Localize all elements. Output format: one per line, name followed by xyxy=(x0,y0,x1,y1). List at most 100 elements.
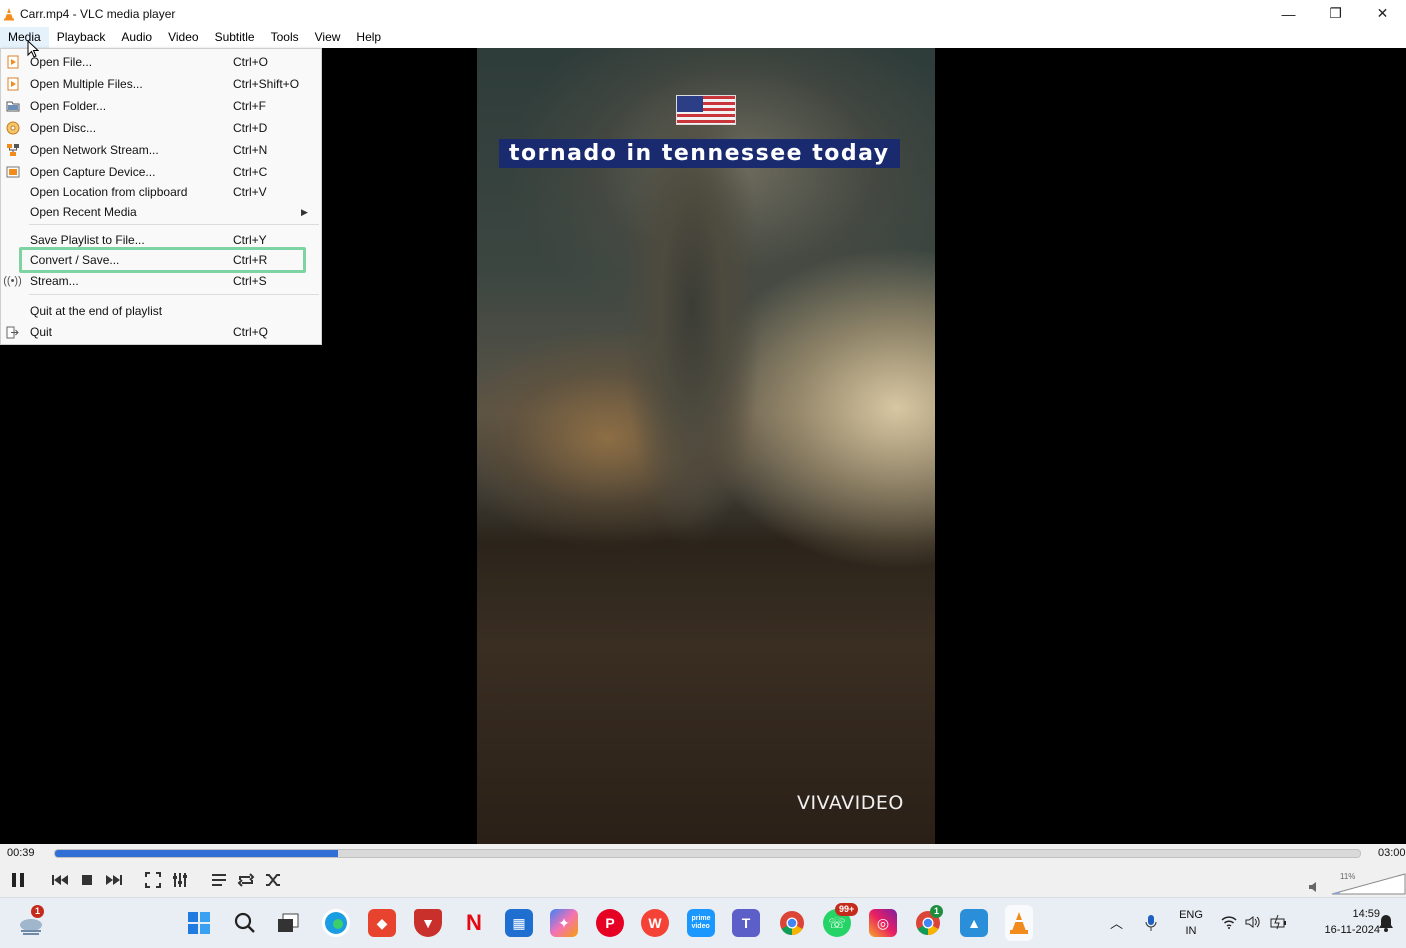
close-button[interactable]: ✕ xyxy=(1359,0,1406,27)
restore-button[interactable]: ❐ xyxy=(1312,0,1359,27)
start-button[interactable] xyxy=(185,909,213,937)
stop-button[interactable] xyxy=(75,868,99,892)
edge-browser-icon[interactable] xyxy=(322,909,350,937)
language-primary[interactable]: ENG xyxy=(1176,909,1206,921)
wifi-icon[interactable] xyxy=(1221,915,1237,929)
media-dropdown-menu: Open File... Ctrl+O Open Multiple Files.… xyxy=(0,48,322,345)
netflix-icon[interactable]: N xyxy=(460,909,488,937)
copilot-icon[interactable]: ✦ xyxy=(550,909,578,937)
mouse-cursor-icon xyxy=(27,40,39,58)
folder-icon xyxy=(5,99,20,114)
battery-charging-icon[interactable] xyxy=(1270,914,1288,930)
extended-settings-button[interactable] xyxy=(168,868,192,892)
shuffle-icon xyxy=(266,874,280,886)
loop-icon xyxy=(237,873,255,887)
shuffle-button[interactable] xyxy=(261,868,285,892)
volume-tray-icon[interactable] xyxy=(1245,915,1261,929)
previous-icon xyxy=(52,875,68,885)
teams-icon[interactable]: T xyxy=(732,909,760,937)
submenu-arrow-icon: ▶ xyxy=(301,206,308,217)
menu-quit[interactable]: Quit Ctrl+Q xyxy=(1,322,321,342)
menu-media[interactable]: Media xyxy=(0,27,49,48)
menu-audio[interactable]: Audio xyxy=(113,27,160,48)
fullscreen-button[interactable] xyxy=(141,868,165,892)
playlist-icon xyxy=(212,874,226,886)
search-button[interactable] xyxy=(231,909,259,937)
stream-icon: ((•)) xyxy=(3,275,22,287)
stop-icon xyxy=(82,875,92,885)
instagram-icon[interactable]: ◎ xyxy=(869,909,897,937)
microsoft-store-icon[interactable]: ▦ xyxy=(505,909,533,937)
disc-icon xyxy=(5,121,20,136)
menu-open-network-stream[interactable]: Open Network Stream... Ctrl+N xyxy=(1,140,321,160)
playlist-button[interactable] xyxy=(207,868,231,892)
seek-progress xyxy=(55,850,339,857)
convert-save-highlight xyxy=(19,247,306,273)
app-red-icon[interactable]: ◆ xyxy=(368,909,396,937)
total-time: 03:00 xyxy=(1378,847,1406,859)
next-button[interactable] xyxy=(102,868,126,892)
tray-chevron-icon[interactable]: ︿ xyxy=(1110,913,1123,932)
wps-office-icon[interactable]: W xyxy=(641,909,669,937)
pause-button[interactable] xyxy=(6,868,30,892)
prime-video-icon[interactable]: prime video xyxy=(687,909,715,937)
menu-open-location-clipboard[interactable]: Open Location from clipboard Ctrl+V xyxy=(1,182,321,202)
task-view-button[interactable] xyxy=(274,909,302,937)
menu-bar: Media Playback Audio Video Subtitle Tool… xyxy=(0,27,1406,48)
weather-badge: 1 xyxy=(31,905,45,918)
microphone-icon[interactable] xyxy=(1144,914,1158,932)
whatsapp-icon[interactable]: ☏ 99+ xyxy=(823,903,859,937)
elapsed-time: 00:39 xyxy=(7,847,35,859)
video-watermark: VIVAVIDEO xyxy=(797,792,904,814)
menu-video[interactable]: Video xyxy=(160,27,206,48)
menu-open-multiple-files[interactable]: Open Multiple Files... Ctrl+Shift+O xyxy=(1,74,321,94)
previous-button[interactable] xyxy=(48,868,72,892)
menu-tools[interactable]: Tools xyxy=(263,27,307,48)
us-flag-icon xyxy=(676,95,736,125)
title-bar: Carr.mp4 - VLC media player — ❐ ✕ xyxy=(0,0,1406,27)
chrome-badge: 1 xyxy=(930,905,944,918)
chrome-icon[interactable] xyxy=(778,909,806,937)
menu-playback[interactable]: Playback xyxy=(49,27,114,48)
control-bar: 11% xyxy=(0,864,1406,897)
menu-open-disc[interactable]: Open Disc... Ctrl+D xyxy=(1,118,321,138)
notification-bell-icon[interactable] xyxy=(1378,914,1394,932)
video-frame: tornado in tennessee today VIVAVIDEO xyxy=(477,48,935,844)
shield-app-icon[interactable]: ▼ xyxy=(414,909,442,937)
file-icon xyxy=(5,55,20,70)
menu-help[interactable]: Help xyxy=(348,27,389,48)
clock-time[interactable]: 14:59 xyxy=(1330,908,1380,920)
network-icon xyxy=(5,143,20,158)
pause-icon xyxy=(12,873,24,887)
windows-taskbar: 1 ◆ ▼ N ▦ ✦ P W prime video T ☏ 99+ ◎ 1 ▲… xyxy=(0,897,1406,948)
task-view-icon xyxy=(278,913,299,932)
vlc-taskbar-icon[interactable] xyxy=(1005,905,1033,941)
chrome-profile-icon[interactable]: 1 xyxy=(914,905,944,937)
minimize-button[interactable]: — xyxy=(1265,0,1312,27)
volume-control[interactable]: 11% xyxy=(1306,868,1406,895)
menu-open-file[interactable]: Open File... Ctrl+O xyxy=(1,52,321,72)
pinterest-icon[interactable]: P xyxy=(596,909,624,937)
menu-open-capture-device[interactable]: Open Capture Device... Ctrl+C xyxy=(1,162,321,182)
seek-bar[interactable] xyxy=(54,849,1361,858)
menu-open-folder[interactable]: Open Folder... Ctrl+F xyxy=(1,96,321,116)
menu-view[interactable]: View xyxy=(307,27,349,48)
photos-icon[interactable]: ▲ xyxy=(960,909,988,937)
speaker-icon xyxy=(1309,882,1316,892)
menu-quit-end-playlist[interactable]: Quit at the end of playlist xyxy=(1,301,321,321)
windows-logo-icon xyxy=(188,912,210,934)
capture-icon xyxy=(5,165,20,180)
menu-separator xyxy=(29,294,319,295)
loop-button[interactable] xyxy=(234,868,258,892)
menu-separator xyxy=(29,224,319,225)
language-secondary[interactable]: IN xyxy=(1176,925,1206,937)
menu-stream[interactable]: ((•)) Stream... Ctrl+S xyxy=(1,271,321,291)
fullscreen-icon xyxy=(145,872,161,888)
quit-icon xyxy=(5,325,20,340)
weather-widget-icon[interactable]: 1 xyxy=(17,905,45,937)
clock-date[interactable]: 16-11-2024 xyxy=(1300,924,1380,936)
seek-row: 00:39 03:00 xyxy=(0,844,1406,864)
menu-subtitle[interactable]: Subtitle xyxy=(207,27,263,48)
search-icon xyxy=(234,912,255,933)
menu-open-recent-media[interactable]: Open Recent Media ▶ xyxy=(1,202,321,222)
